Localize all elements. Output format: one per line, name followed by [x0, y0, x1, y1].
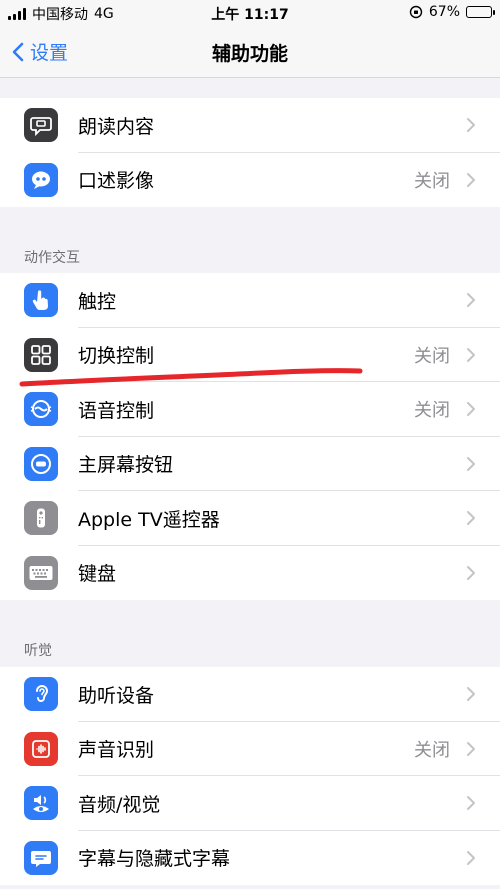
list-item-label: 助听设备 — [78, 684, 155, 707]
chevron-right-icon — [467, 118, 475, 133]
battery-icon — [466, 6, 495, 18]
chevron-right-icon — [467, 172, 475, 187]
list-item-label: Apple TV遥控器 — [78, 508, 220, 531]
chevron-right-icon — [467, 456, 475, 471]
list-item-switch-control[interactable]: 切换控制 关闭 — [0, 328, 500, 382]
list-item-subtitles-captioning[interactable]: 字幕与隐藏式字幕 — [0, 831, 500, 886]
hand-pointer-icon — [24, 283, 58, 318]
list-item-audio-descriptions[interactable]: 口述影像 关闭 — [0, 153, 500, 208]
list-item-audio-visual[interactable]: 音频/视觉 — [0, 776, 500, 831]
list-item-sound-recognition[interactable]: 声音识别 关闭 — [0, 722, 500, 776]
list-item-touch[interactable]: 触控 — [0, 273, 500, 328]
chevron-right-icon — [467, 687, 475, 702]
keyboard-icon — [24, 555, 58, 590]
list-item-speak-content[interactable]: 朗读内容 — [0, 98, 500, 153]
speech-bubble-icon — [24, 108, 58, 143]
list-group-motor: 触控 切换控制 关闭 语音控制 关闭 主屏幕按钮 Apple TV遥控器 键盘 — [0, 273, 500, 600]
list-item-label: 主屏幕按钮 — [78, 454, 174, 477]
chevron-right-icon — [467, 850, 475, 865]
list-item-keyboards[interactable]: 键盘 — [0, 546, 500, 601]
section-header-hearing: 听觉 — [24, 643, 52, 659]
ear-icon — [24, 677, 58, 712]
page-title: 辅助功能 — [211, 43, 288, 65]
list-group-hearing: 助听设备 声音识别 关闭 音频/视觉 字幕与隐藏式字幕 — [0, 667, 500, 885]
chevron-right-icon — [467, 565, 475, 580]
grid-squares-icon — [24, 337, 58, 372]
list-item-value: 关闭 — [414, 400, 450, 422]
chevron-right-icon — [467, 796, 475, 811]
list-item-label: 触控 — [78, 290, 117, 313]
list-item-label: 音频/视觉 — [78, 793, 161, 816]
status-right: 67% — [409, 4, 495, 20]
list-item-label: 键盘 — [78, 563, 117, 586]
chevron-right-icon — [467, 511, 475, 526]
list-item-value: 关闭 — [414, 739, 450, 761]
list-item-value: 关闭 — [414, 345, 450, 367]
list-item-label: 语音控制 — [78, 399, 155, 422]
list-item-hearing-devices[interactable]: 助听设备 — [0, 667, 500, 722]
orientation-lock-icon — [409, 5, 423, 19]
list-item-apple-tv-remote[interactable]: Apple TV遥控器 — [0, 491, 500, 546]
list-item-voice-control[interactable]: 语音控制 关闭 — [0, 382, 500, 437]
voice-control-icon — [24, 392, 58, 427]
captions-icon — [24, 840, 58, 875]
quote-bubble-icon — [24, 162, 58, 197]
list-group-vision: 朗读内容 口述影像 关闭 — [0, 98, 500, 207]
battery-percent: 67% — [428, 4, 460, 20]
remote-icon — [24, 501, 58, 536]
status-bar: 中国移动 4G 上午 11:17 67% — [0, 0, 500, 26]
list-item-label: 切换控制 — [78, 345, 155, 368]
chevron-right-icon — [467, 402, 475, 417]
chevron-right-icon — [467, 347, 475, 362]
list-item-label: 朗读内容 — [78, 115, 155, 138]
home-button-icon — [24, 446, 58, 481]
list-item-home-button[interactable]: 主屏幕按钮 — [0, 437, 500, 491]
speaker-eye-icon — [24, 786, 58, 821]
list-item-label: 字幕与隐藏式字幕 — [78, 848, 231, 871]
chevron-right-icon — [467, 741, 475, 756]
list-item-label: 口述影像 — [78, 170, 155, 193]
list-item-value: 关闭 — [414, 170, 450, 192]
section-header-motor: 动作交互 — [24, 250, 80, 266]
chevron-right-icon — [467, 293, 475, 308]
sound-wave-icon — [24, 731, 58, 766]
navigation-bar: 设置 辅助功能 — [0, 26, 500, 78]
list-item-label: 声音识别 — [78, 739, 155, 762]
